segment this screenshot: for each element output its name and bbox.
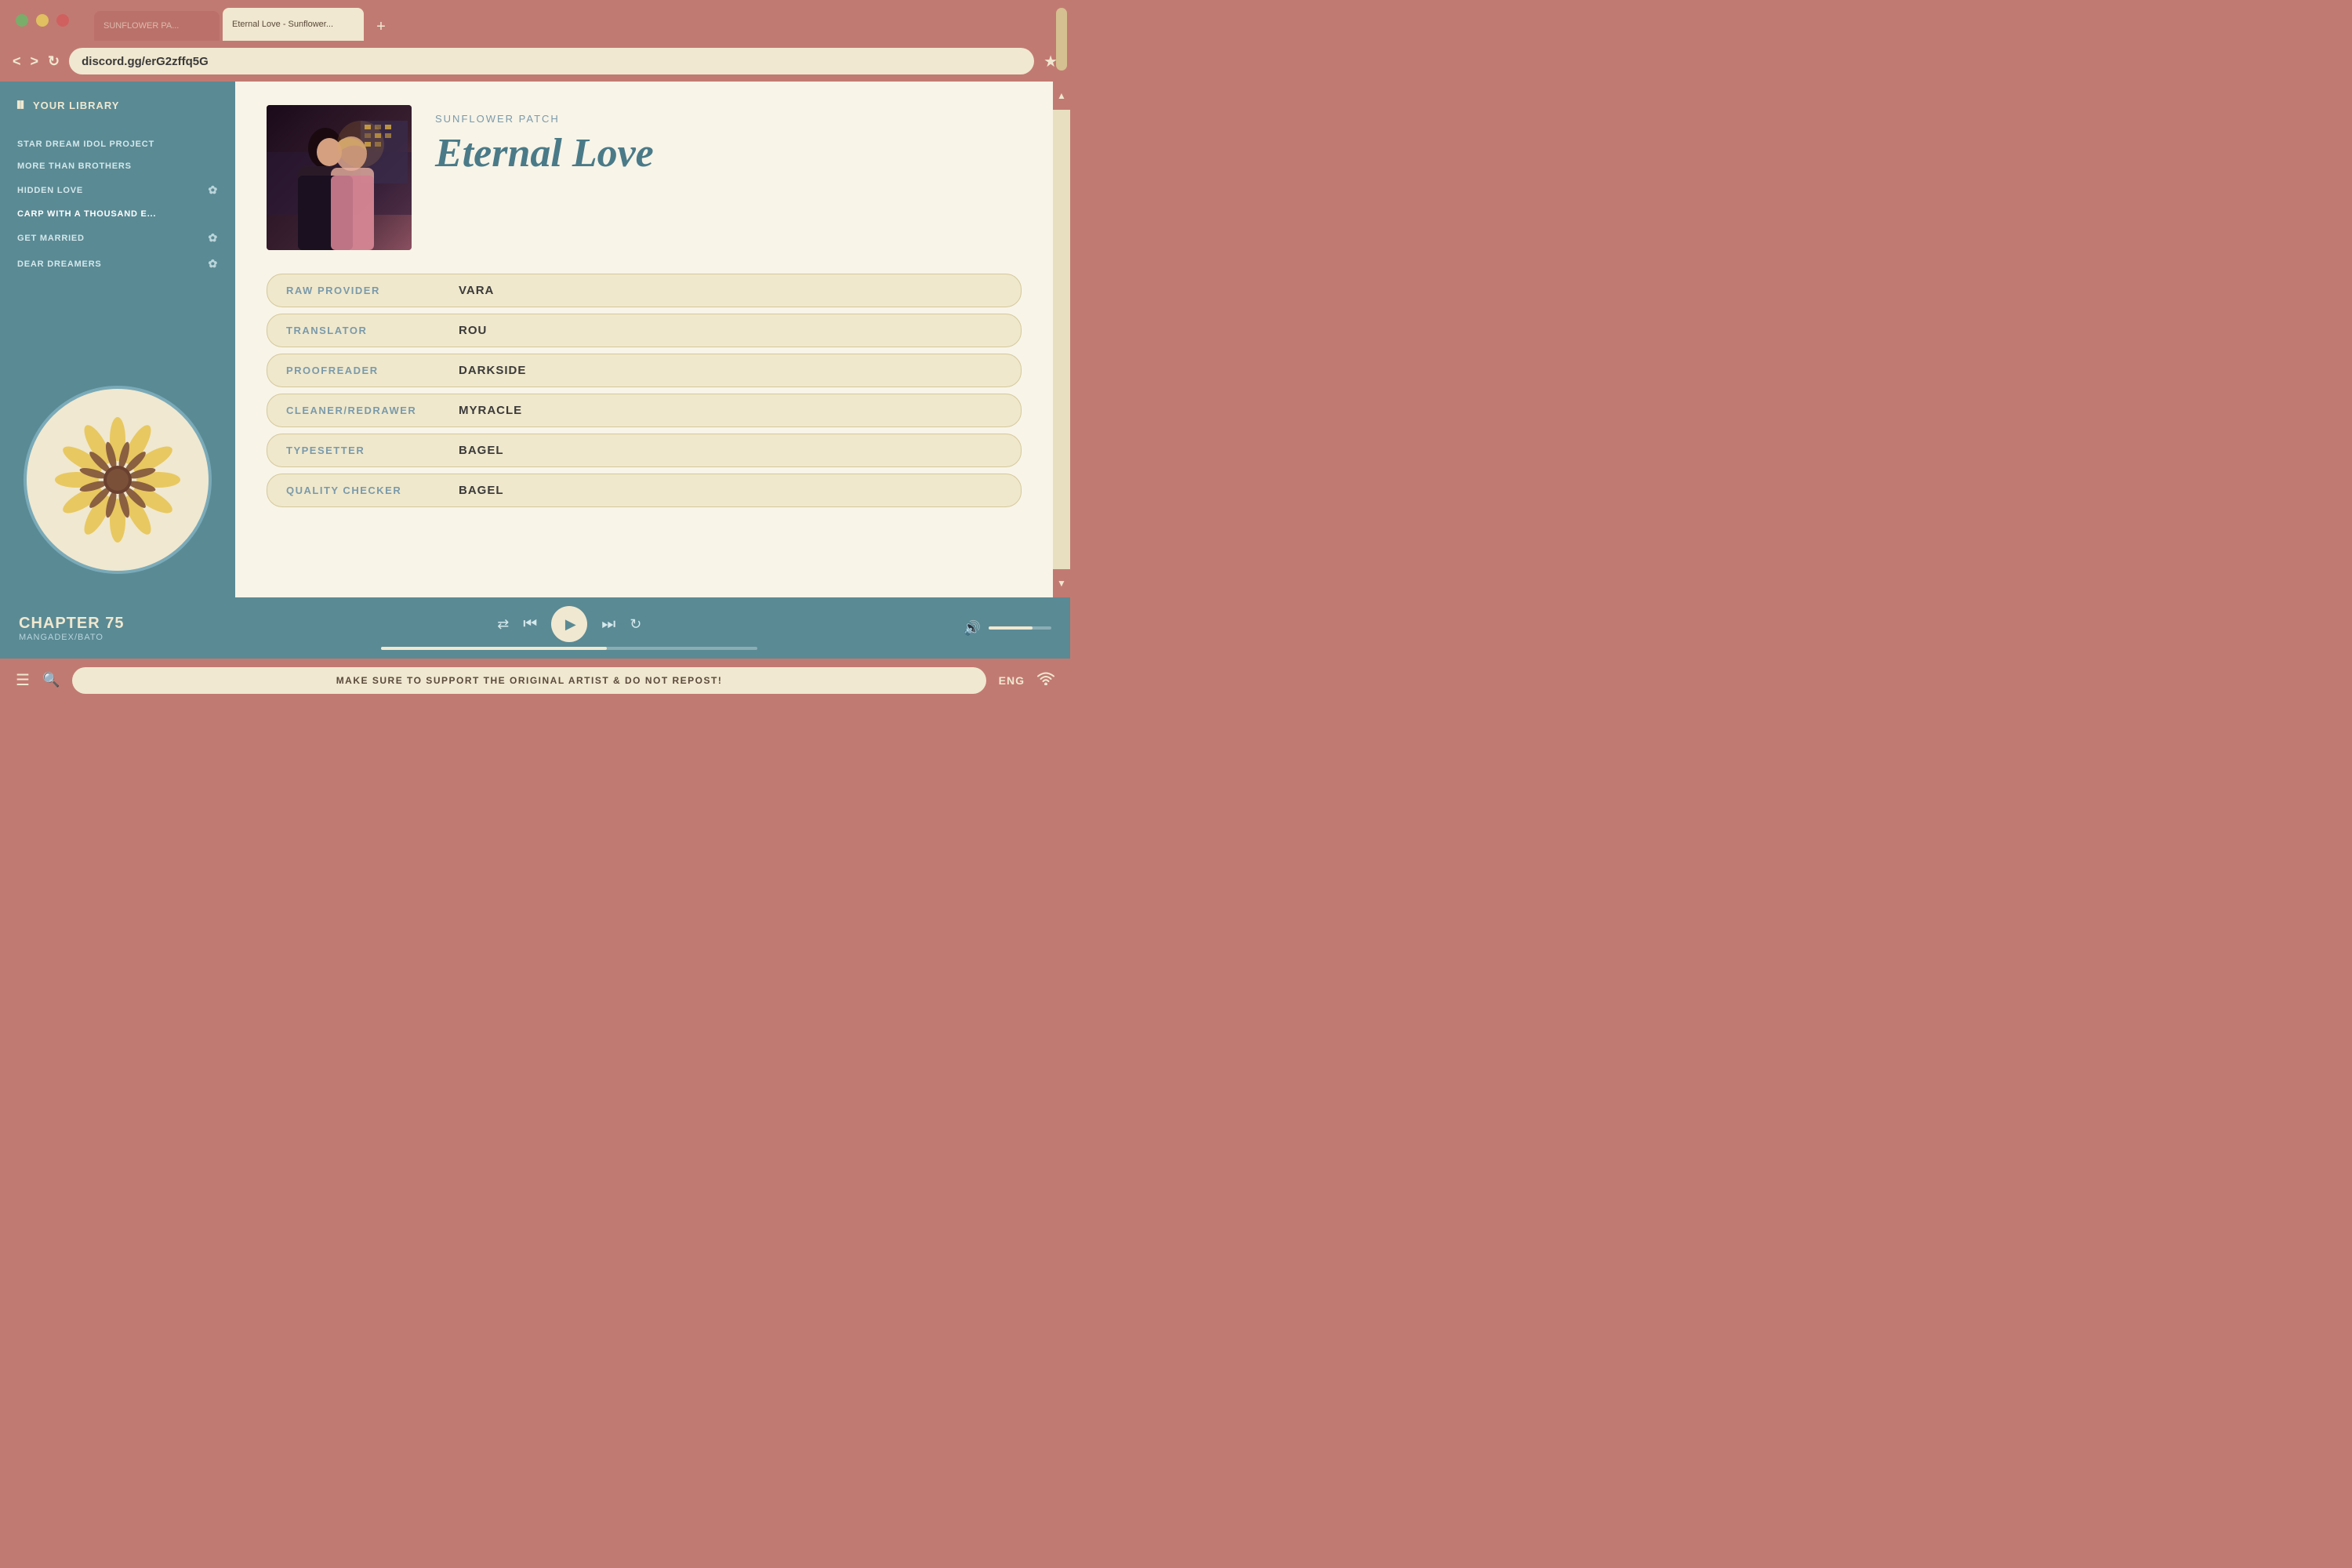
previous-button[interactable]: ⏮ xyxy=(523,615,537,633)
main-layout: ⏸ YOUR LIBRARY STAR DREAM IDOL PROJECT M… xyxy=(0,82,1070,597)
browser-toolbar: < > ↻ discord.gg/erG2zffq5G ★ xyxy=(0,41,1070,82)
flower-icon-2: ✿ xyxy=(208,231,218,245)
play-icon: ▶ xyxy=(565,616,576,633)
window-controls xyxy=(16,14,69,27)
tab-inactive[interactable]: SUNFLOWER PA... xyxy=(94,11,220,41)
sidebar-item-dear-dreamers[interactable]: DEAR DREAMERS ✿ xyxy=(0,251,235,277)
sidebar: ⏸ YOUR LIBRARY STAR DREAM IDOL PROJECT M… xyxy=(0,82,235,597)
menu-icon[interactable]: ☰ xyxy=(16,670,30,690)
language-label: ENG xyxy=(999,674,1025,687)
credit-row-proofreader: PROOFREADER DARKSIDE xyxy=(267,354,1022,387)
sidebar-header: ⏸ YOUR LIBRARY xyxy=(0,82,235,129)
play-button[interactable]: ▶ xyxy=(551,606,587,642)
volume-bar[interactable] xyxy=(989,626,1051,630)
tab-area: SUNFLOWER PA... Eternal Love - Sunflower… xyxy=(94,8,395,41)
tab-active[interactable]: Eternal Love - Sunflower... xyxy=(223,8,364,41)
group-name: SUNFLOWER PATCH xyxy=(435,113,1022,125)
credit-row-cleaner: CLEANER/REDRAWER MYRACLE xyxy=(267,394,1022,427)
credit-row-quality: QUALITY CHECKER BAGEL xyxy=(267,474,1022,507)
credit-row-raw: RAW PROVIDER VARA xyxy=(267,274,1022,307)
chapter-title: CHAPTER 75 xyxy=(19,615,176,633)
credit-row-typesetter: TYPESETTER BAGEL xyxy=(267,434,1022,467)
player-bar: CHAPTER 75 MANGADEX/BATO ⇄ ⏮ ▶ ⏭ ↻ 🔊 xyxy=(0,597,1070,659)
volume-icon: 🔊 xyxy=(964,620,981,637)
player-controls: ⇄ ⏮ ▶ ⏭ ↻ xyxy=(191,606,948,650)
forward-button[interactable]: > xyxy=(31,53,39,70)
new-tab-button[interactable]: + xyxy=(367,13,395,41)
scroll-down-button[interactable]: ▼ xyxy=(1053,569,1070,597)
manga-title: Eternal Love xyxy=(435,131,1022,176)
status-message: MAKE SURE TO SUPPORT THE ORIGINAL ARTIST… xyxy=(72,667,985,694)
scroll-up-button[interactable]: ▲ xyxy=(1053,82,1070,110)
flower-icon-3: ✿ xyxy=(208,257,218,270)
sidebar-title: YOUR LIBRARY xyxy=(33,100,119,111)
minimize-button[interactable] xyxy=(36,14,49,27)
logo-circle xyxy=(24,386,212,574)
manga-info: SUNFLOWER PATCH Eternal Love xyxy=(435,105,1022,176)
sidebar-item-star-dream[interactable]: STAR DREAM IDOL PROJECT xyxy=(0,133,235,155)
chapter-info: CHAPTER 75 MANGADEX/BATO xyxy=(19,615,176,642)
manga-cover xyxy=(267,105,412,250)
controls-row: ⇄ ⏮ ▶ ⏭ ↻ xyxy=(497,606,641,642)
sidebar-logo xyxy=(16,378,220,582)
scrollbar: ▲ ▼ xyxy=(1053,82,1070,597)
sidebar-list: STAR DREAM IDOL PROJECT MORE THAN BROTHE… xyxy=(0,129,235,370)
scroll-thumb[interactable] xyxy=(1056,8,1067,71)
repeat-button[interactable]: ↻ xyxy=(630,616,641,633)
wifi-icon xyxy=(1037,671,1054,689)
shuffle-button[interactable]: ⇄ xyxy=(497,616,509,633)
maximize-button[interactable] xyxy=(16,14,28,27)
credit-row-translator: TRANSLATOR ROU xyxy=(267,314,1022,347)
manga-header: SUNFLOWER PATCH Eternal Love xyxy=(267,105,1022,250)
chapter-source: MANGADEX/BATO xyxy=(19,633,176,642)
library-icon: ⏸ xyxy=(16,94,24,116)
content-area: SUNFLOWER PATCH Eternal Love RAW PROVIDE… xyxy=(235,82,1053,597)
volume-area: 🔊 xyxy=(964,620,1051,637)
address-bar[interactable]: discord.gg/erG2zffq5G xyxy=(69,48,1034,74)
progress-fill xyxy=(381,647,607,650)
next-button[interactable]: ⏭ xyxy=(601,615,615,633)
back-button[interactable]: < xyxy=(13,53,21,70)
reload-button[interactable]: ↻ xyxy=(48,53,60,70)
flower-icon: ✿ xyxy=(208,183,218,197)
search-button[interactable]: 🔍 xyxy=(42,672,60,688)
volume-fill xyxy=(989,626,1033,630)
close-button[interactable] xyxy=(56,14,69,27)
browser-titlebar: SUNFLOWER PA... Eternal Love - Sunflower… xyxy=(0,0,1070,41)
status-bar: ☰ 🔍 MAKE SURE TO SUPPORT THE ORIGINAL AR… xyxy=(0,659,1070,702)
credits-table: RAW PROVIDER VARA TRANSLATOR ROU PROOFRE… xyxy=(267,274,1022,507)
sidebar-item-more-than[interactable]: MORE THAN BROTHERS xyxy=(0,155,235,177)
progress-bar[interactable] xyxy=(381,647,757,650)
sidebar-item-carp[interactable]: CARP WITH A THOUSAND E... xyxy=(0,203,235,225)
sidebar-item-hidden-love[interactable]: HIDDEN LOVE ✿ xyxy=(0,177,235,203)
sidebar-item-get-married[interactable]: GET MARRIED ✿ xyxy=(0,225,235,251)
